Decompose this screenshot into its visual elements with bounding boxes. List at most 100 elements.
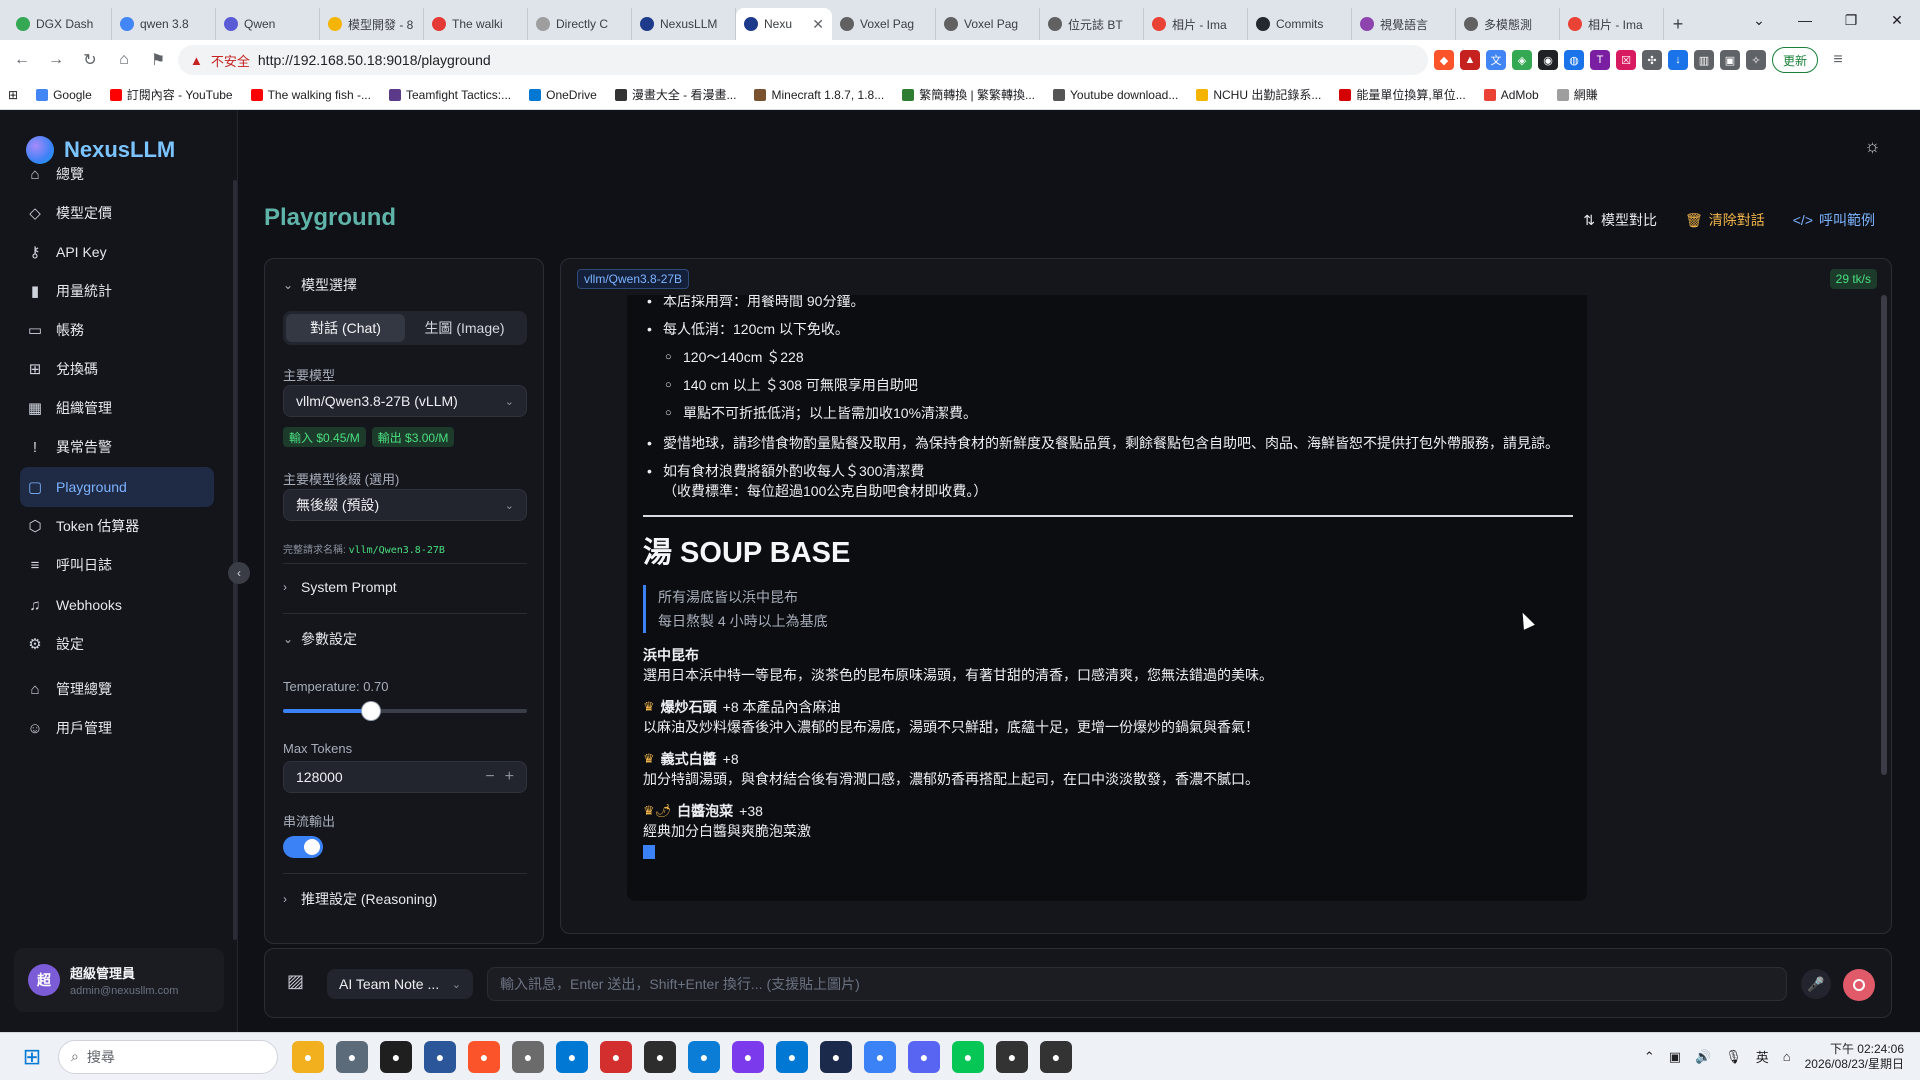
mic-icon[interactable]: 🎤 <box>1801 969 1831 999</box>
chevron-up-icon[interactable]: ⌃ <box>1644 1049 1655 1065</box>
line-icon[interactable]: ● <box>952 1040 984 1073</box>
brave-shield-icon[interactable]: ◆ <box>1434 50 1454 70</box>
sidebar-item-webhooks[interactable]: ♫ Webhooks <box>20 585 214 625</box>
browser-tab[interactable]: Voxel Pag <box>832 8 936 40</box>
bookmark-item[interactable]: 繁簡轉換 | 繁繁轉換... <box>902 86 1035 103</box>
browser-tab[interactable]: Directly C <box>528 8 632 40</box>
translate-icon[interactable]: 文 <box>1486 50 1506 70</box>
scroll-thumb[interactable] <box>1881 295 1887 775</box>
browser-tab[interactable]: Commits <box>1248 8 1352 40</box>
max-tokens-stepper[interactable]: 128000 − + <box>283 761 527 793</box>
bookmark-item[interactable]: AdMob <box>1483 88 1539 102</box>
windows-start-icon[interactable]: ⊞ <box>12 1037 52 1077</box>
call-example-button[interactable]: </> 呼叫範例 <box>1793 210 1875 230</box>
bookmark-item[interactable]: Teamfight Tactics:... <box>388 88 511 102</box>
leo-ai-icon[interactable]: ✧ <box>1746 50 1766 70</box>
temperature-thumb[interactable] <box>361 702 380 720</box>
sidebar-item-模型定價[interactable]: ◇ 模型定價 <box>20 193 214 233</box>
app-red-icon[interactable]: ● <box>600 1040 632 1073</box>
mode-image-button[interactable]: 生圖 (Image) <box>405 314 524 342</box>
sun-icon[interactable]: ☼ <box>1864 136 1881 157</box>
shield-ext-icon[interactable]: ◈ <box>1512 50 1532 70</box>
new-tab-button[interactable]: + <box>1664 8 1692 40</box>
terminal-icon[interactable]: ● <box>380 1040 412 1073</box>
sidebar-toggle-icon[interactable]: ▥ <box>1694 50 1714 70</box>
discord-icon[interactable]: ● <box>908 1040 940 1073</box>
bookmark-item[interactable]: Youtube download... <box>1053 88 1178 102</box>
mic-tray-icon[interactable]: 🎙 <box>1725 1049 1742 1065</box>
plus-icon[interactable]: + <box>505 768 514 786</box>
clock[interactable]: 下午 02:24:06 2026/08/23/星期日 <box>1805 1042 1904 1072</box>
sidebar-item-用量統計[interactable]: ▮ 用量統計 <box>20 271 214 311</box>
brave-rewards-icon[interactable]: ▲ <box>1460 50 1480 70</box>
bookmark-item[interactable]: 漫畫大全 - 看漫畫... <box>614 86 736 103</box>
compare-models-button[interactable]: ⇅ 模型對比 <box>1583 210 1657 230</box>
sidebar-scrollbar[interactable] <box>233 180 237 940</box>
browser-tab[interactable]: The walki <box>424 8 528 40</box>
prompt-template-select[interactable]: AI Team Note ... ⌄ <box>327 969 473 999</box>
sidebar-item-呼叫日誌[interactable]: ≡ 呼叫日誌 <box>20 545 214 585</box>
tts-ext-icon[interactable]: T <box>1590 50 1610 70</box>
browser-tab[interactable]: NexusLLM <box>632 8 736 40</box>
calculator-icon[interactable]: ● <box>336 1040 368 1073</box>
browser-tab[interactable]: 模型開發 - 8 <box>320 8 424 40</box>
word-icon[interactable]: ● <box>424 1040 456 1073</box>
minus-icon[interactable]: − <box>485 768 494 786</box>
browser-tab[interactable]: 多模態測 <box>1456 8 1560 40</box>
sidebar-item-playground[interactable]: ▢ Playground <box>20 467 214 507</box>
home-button-icon[interactable]: ⌂ <box>110 46 138 74</box>
menu-icon[interactable]: ≡ <box>1824 46 1852 74</box>
sidebar-item-兌換碼[interactable]: ⊞ 兌換碼 <box>20 349 214 389</box>
nvidia-icon[interactable]: ▣ <box>1669 1049 1681 1065</box>
wallet-ext-icon[interactable]: ▣ <box>1720 50 1740 70</box>
main-model-select[interactable]: vllm/Qwen3.8-27B (vLLM) ⌄ <box>283 385 527 417</box>
sidebar-item-用戶管理[interactable]: ☺ 用戶管理 <box>20 708 214 748</box>
sidebar-item-api-key[interactable]: ⚷ API Key <box>20 232 214 272</box>
maximize-icon[interactable]: ❐ <box>1828 0 1874 40</box>
extensions-icon[interactable]: ✣ <box>1642 50 1662 70</box>
system-prompt-toggle[interactable]: › System Prompt <box>283 579 397 595</box>
network-icon[interactable]: ⌂ <box>1783 1049 1791 1064</box>
bookmark-item[interactable]: OneDrive <box>529 88 597 102</box>
speaker-icon[interactable]: 🔊 <box>1695 1049 1711 1065</box>
user-card[interactable]: 超 超級管理員 admin@nexusllm.com <box>14 948 224 1012</box>
stream-toggle[interactable] <box>283 836 323 858</box>
audio-ext-icon[interactable]: ◍ <box>1564 50 1584 70</box>
sidebar-item-異常告警[interactable]: ! 異常告警 <box>20 427 214 467</box>
message-input[interactable] <box>487 967 1787 1001</box>
camera-icon[interactable]: ● <box>1040 1040 1072 1073</box>
chat-scrollbar[interactable] <box>1881 295 1887 931</box>
tab-search-icon[interactable]: ⌄ <box>1736 0 1782 40</box>
update-button[interactable]: 更新 <box>1772 47 1819 73</box>
reasoning-section-toggle[interactable]: › 推理設定 (Reasoning) <box>283 889 437 909</box>
bookmark-item[interactable]: The walking fish -... <box>250 88 371 102</box>
record-button[interactable] <box>1843 969 1875 1001</box>
edge-icon[interactable]: ● <box>688 1040 720 1073</box>
bookmark-icon[interactable]: ⚑ <box>144 46 172 74</box>
image-upload-icon[interactable]: ▨ <box>287 971 304 992</box>
sidebar-item-設定[interactable]: ⚙ 設定 <box>20 624 214 664</box>
headset-icon[interactable]: ● <box>996 1040 1028 1073</box>
ime-indicator[interactable]: 英 <box>1756 1047 1769 1066</box>
params-section-toggle[interactable]: ⌄ 參數設定 <box>283 629 357 649</box>
collapse-sidebar-button[interactable]: ‹ <box>228 562 250 584</box>
download-icon[interactable]: ↓ <box>1668 50 1688 70</box>
ext-icon[interactable]: ◉ <box>1538 50 1558 70</box>
photos-icon[interactable]: ● <box>556 1040 588 1073</box>
browser-tab[interactable]: 視覺語言 <box>1352 8 1456 40</box>
sidebar-item-帳務[interactable]: ▭ 帳務 <box>20 310 214 350</box>
brave-icon[interactable]: ● <box>468 1040 500 1073</box>
back-icon[interactable]: ← <box>8 46 36 74</box>
browser-tab[interactable]: 相片 - Ima <box>1144 8 1248 40</box>
obs-icon[interactable]: ● <box>732 1040 764 1073</box>
bookmark-item[interactable]: 網賺 <box>1556 86 1598 103</box>
minimize-icon[interactable]: — <box>1782 0 1828 40</box>
a-icon[interactable]: ● <box>864 1040 896 1073</box>
ai-icon[interactable]: ● <box>820 1040 852 1073</box>
ext2-icon[interactable]: ☒ <box>1616 50 1636 70</box>
chatgpt-icon[interactable]: ● <box>512 1040 544 1073</box>
browser-tab[interactable]: Voxel Pag <box>936 8 1040 40</box>
cmd-icon[interactable]: ● <box>644 1040 676 1073</box>
bookmark-item[interactable]: NCHU 出勤記錄系... <box>1196 86 1321 103</box>
clear-chat-button[interactable]: 🗑 清除對話 <box>1685 210 1765 230</box>
